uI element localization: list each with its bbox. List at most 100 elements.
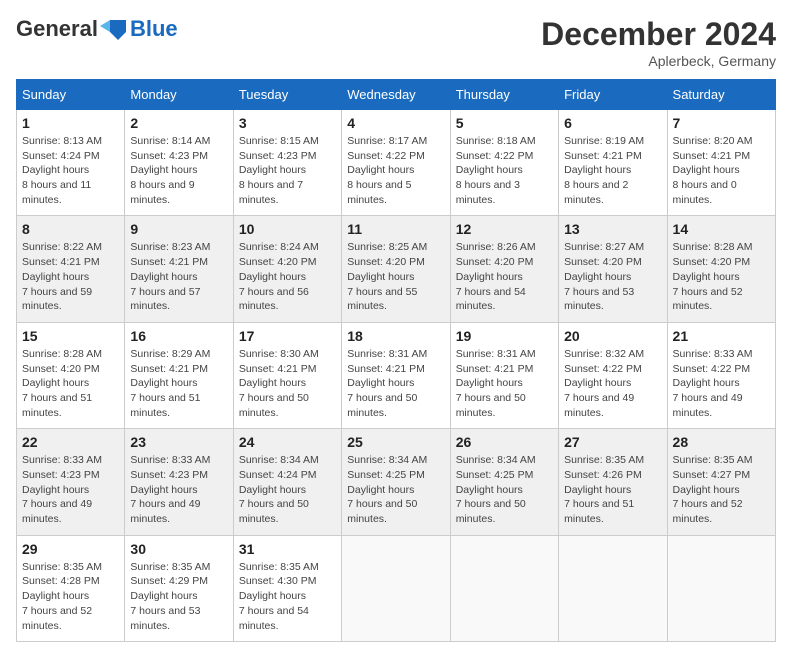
calendar-day-cell: 20Sunrise: 8:32 AMSunset: 4:22 PMDayligh… — [559, 322, 667, 428]
day-number: 13 — [564, 221, 661, 237]
calendar-day-cell: 7 Sunrise: 8:20 AMSunset: 4:21 PMDaylight… — [667, 110, 775, 216]
calendar-table: SundayMondayTuesdayWednesdayThursdayFrid… — [16, 79, 776, 642]
day-number: 11 — [347, 221, 444, 237]
weekday-header: Sunday — [17, 80, 125, 110]
calendar-body: 1Sunrise: 8:13 AMSunset: 4:24 PMDaylight… — [17, 110, 776, 642]
logo-icon — [100, 18, 128, 40]
calendar-day-cell: 8 Sunrise: 8:22 AMSunset: 4:21 PMDaylight… — [17, 216, 125, 322]
day-number: 8 — [22, 221, 119, 237]
weekday-header: Saturday — [667, 80, 775, 110]
day-info: Sunrise: 8:33 AMSunset: 4:22 PMDaylight … — [673, 347, 770, 420]
day-number: 30 — [130, 541, 227, 557]
day-info: Sunrise: 8:35 AMSunset: 4:29 PMDaylight … — [130, 560, 227, 633]
weekday-header: Friday — [559, 80, 667, 110]
day-info: Sunrise: 8:28 AMSunset: 4:20 PMDaylight … — [673, 240, 770, 313]
calendar-day-cell: 14 Sunrise: 8:28 AMSunset: 4:20 PMDayligh… — [667, 216, 775, 322]
calendar-day-cell: 24 Sunrise: 8:34 AMSunset: 4:24 PMDayligh… — [233, 429, 341, 535]
day-number: 23 — [130, 434, 227, 450]
day-number: 7 — [673, 115, 770, 131]
title-block: December 2024 Aplerbeck, Germany — [541, 16, 776, 69]
day-info: Sunrise: 8:13 AMSunset: 4:24 PMDaylight … — [22, 134, 119, 207]
weekday-header: Thursday — [450, 80, 558, 110]
day-info: Sunrise: 8:23 AMSunset: 4:21 PMDaylight … — [130, 240, 227, 313]
weekday-header: Monday — [125, 80, 233, 110]
day-number: 25 — [347, 434, 444, 450]
day-info: Sunrise: 8:25 AMSunset: 4:20 PMDaylight … — [347, 240, 444, 313]
logo-blue-text: Blue — [130, 16, 178, 42]
day-number: 17 — [239, 328, 336, 344]
day-number: 28 — [673, 434, 770, 450]
calendar-day-cell: 22Sunrise: 8:33 AMSunset: 4:23 PMDayligh… — [17, 429, 125, 535]
day-number: 24 — [239, 434, 336, 450]
calendar-day-cell: 4 Sunrise: 8:17 AMSunset: 4:22 PMDaylight… — [342, 110, 450, 216]
calendar-day-cell: 13 Sunrise: 8:27 AMSunset: 4:20 PMDayligh… — [559, 216, 667, 322]
day-number: 26 — [456, 434, 553, 450]
calendar-day-cell: 31 Sunrise: 8:35 AMSunset: 4:30 PMDayligh… — [233, 535, 341, 641]
day-info: Sunrise: 8:32 AMSunset: 4:22 PMDaylight … — [564, 347, 661, 420]
calendar-day-cell — [667, 535, 775, 641]
calendar-day-cell: 5Sunrise: 8:18 AMSunset: 4:22 PMDaylight… — [450, 110, 558, 216]
calendar-week-row: 22Sunrise: 8:33 AMSunset: 4:23 PMDayligh… — [17, 429, 776, 535]
calendar-week-row: 29 Sunrise: 8:35 AMSunset: 4:28 PMDayligh… — [17, 535, 776, 641]
day-info: Sunrise: 8:19 AMSunset: 4:21 PMDaylight … — [564, 134, 661, 207]
day-info: Sunrise: 8:30 AMSunset: 4:21 PMDaylight … — [239, 347, 336, 420]
calendar-day-cell: 6 Sunrise: 8:19 AMSunset: 4:21 PMDaylight… — [559, 110, 667, 216]
calendar-day-cell: 19 Sunrise: 8:31 AMSunset: 4:21 PMDayligh… — [450, 322, 558, 428]
calendar-day-cell: 27Sunrise: 8:35 AMSunset: 4:26 PMDayligh… — [559, 429, 667, 535]
calendar-header: SundayMondayTuesdayWednesdayThursdayFrid… — [17, 80, 776, 110]
calendar-day-cell: 2 Sunrise: 8:14 AMSunset: 4:23 PMDaylight… — [125, 110, 233, 216]
day-info: Sunrise: 8:35 AMSunset: 4:28 PMDaylight … — [22, 560, 119, 633]
calendar-day-cell: 16Sunrise: 8:29 AMSunset: 4:21 PMDayligh… — [125, 322, 233, 428]
day-info: Sunrise: 8:34 AMSunset: 4:25 PMDaylight … — [456, 453, 553, 526]
day-info: Sunrise: 8:22 AMSunset: 4:21 PMDaylight … — [22, 240, 119, 313]
logo-general-text: General — [16, 16, 98, 42]
calendar-day-cell: 18Sunrise: 8:31 AMSunset: 4:21 PMDayligh… — [342, 322, 450, 428]
calendar-day-cell: 26 Sunrise: 8:34 AMSunset: 4:25 PMDayligh… — [450, 429, 558, 535]
day-number: 19 — [456, 328, 553, 344]
day-info: Sunrise: 8:27 AMSunset: 4:20 PMDaylight … — [564, 240, 661, 313]
calendar-week-row: 1Sunrise: 8:13 AMSunset: 4:24 PMDaylight… — [17, 110, 776, 216]
calendar-day-cell: 25 Sunrise: 8:34 AMSunset: 4:25 PMDayligh… — [342, 429, 450, 535]
day-info: Sunrise: 8:28 AMSunset: 4:20 PMDaylight … — [22, 347, 119, 420]
calendar-day-cell: 9 Sunrise: 8:23 AMSunset: 4:21 PMDaylight… — [125, 216, 233, 322]
day-info: Sunrise: 8:31 AMSunset: 4:21 PMDaylight … — [456, 347, 553, 420]
day-info: Sunrise: 8:18 AMSunset: 4:22 PMDaylight … — [456, 134, 553, 207]
calendar-day-cell: 21Sunrise: 8:33 AMSunset: 4:22 PMDayligh… — [667, 322, 775, 428]
day-number: 9 — [130, 221, 227, 237]
day-number: 12 — [456, 221, 553, 237]
day-number: 18 — [347, 328, 444, 344]
day-number: 3 — [239, 115, 336, 131]
calendar-day-cell: 15 Sunrise: 8:28 AMSunset: 4:20 PMDayligh… — [17, 322, 125, 428]
calendar-day-cell: 11 Sunrise: 8:25 AMSunset: 4:20 PMDayligh… — [342, 216, 450, 322]
day-number: 15 — [22, 328, 119, 344]
day-number: 31 — [239, 541, 336, 557]
calendar-day-cell: 28 Sunrise: 8:35 AMSunset: 4:27 PMDayligh… — [667, 429, 775, 535]
day-info: Sunrise: 8:35 AMSunset: 4:27 PMDaylight … — [673, 453, 770, 526]
day-info: Sunrise: 8:33 AMSunset: 4:23 PMDaylight … — [130, 453, 227, 526]
day-info: Sunrise: 8:34 AMSunset: 4:24 PMDaylight … — [239, 453, 336, 526]
month-title: December 2024 — [541, 16, 776, 53]
calendar-day-cell: 1Sunrise: 8:13 AMSunset: 4:24 PMDaylight… — [17, 110, 125, 216]
day-number: 14 — [673, 221, 770, 237]
day-info: Sunrise: 8:35 AMSunset: 4:30 PMDaylight … — [239, 560, 336, 633]
day-info: Sunrise: 8:34 AMSunset: 4:25 PMDaylight … — [347, 453, 444, 526]
day-number: 16 — [130, 328, 227, 344]
day-info: Sunrise: 8:20 AMSunset: 4:21 PMDaylight … — [673, 134, 770, 207]
day-number: 29 — [22, 541, 119, 557]
page-header: General Blue December 2024 Aplerbeck, Ge… — [16, 16, 776, 69]
day-info: Sunrise: 8:26 AMSunset: 4:20 PMDaylight … — [456, 240, 553, 313]
day-number: 6 — [564, 115, 661, 131]
calendar-day-cell: 3Sunrise: 8:15 AMSunset: 4:23 PMDaylight… — [233, 110, 341, 216]
day-number: 4 — [347, 115, 444, 131]
calendar-day-cell — [559, 535, 667, 641]
calendar-day-cell: 17 Sunrise: 8:30 AMSunset: 4:21 PMDayligh… — [233, 322, 341, 428]
day-info: Sunrise: 8:33 AMSunset: 4:23 PMDaylight … — [22, 453, 119, 526]
day-info: Sunrise: 8:14 AMSunset: 4:23 PMDaylight … — [130, 134, 227, 207]
day-info: Sunrise: 8:17 AMSunset: 4:22 PMDaylight … — [347, 134, 444, 207]
day-info: Sunrise: 8:24 AMSunset: 4:20 PMDaylight … — [239, 240, 336, 313]
day-number: 2 — [130, 115, 227, 131]
calendar-day-cell — [450, 535, 558, 641]
location-text: Aplerbeck, Germany — [541, 53, 776, 69]
calendar-day-cell: 29 Sunrise: 8:35 AMSunset: 4:28 PMDayligh… — [17, 535, 125, 641]
weekday-header: Tuesday — [233, 80, 341, 110]
